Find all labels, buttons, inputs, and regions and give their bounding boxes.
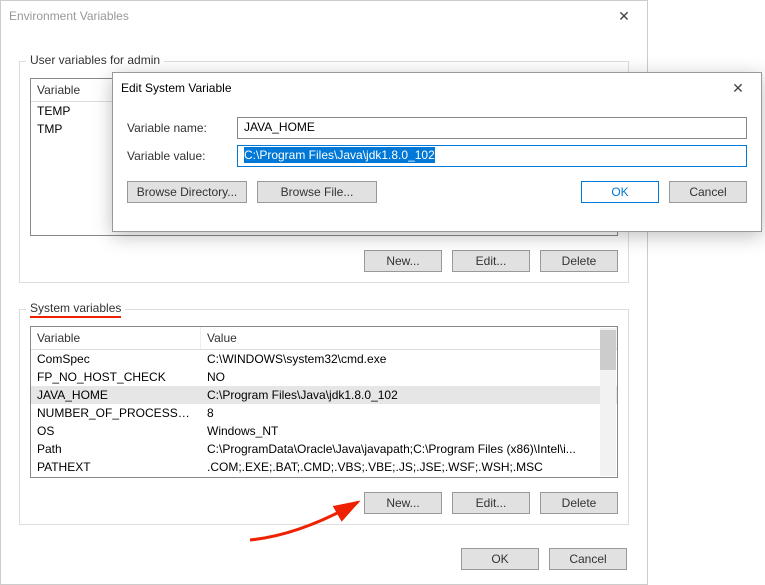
variable-value-input[interactable]: C:\Program Files\Java\jdk1.8.0_102: [237, 145, 747, 167]
list-item-selected[interactable]: JAVA_HOMEC:\Program Files\Java\jdk1.8.0_…: [31, 386, 617, 404]
user-new-button[interactable]: New...: [364, 250, 442, 272]
list-item[interactable]: PATHEXT.COM;.EXE;.BAT;.CMD;.VBS;.VBE;.JS…: [31, 458, 617, 476]
edit-ok-button[interactable]: OK: [581, 181, 659, 203]
variable-name-row: Variable name: JAVA_HOME: [127, 117, 747, 139]
browse-directory-button[interactable]: Browse Directory...: [127, 181, 247, 203]
system-variables-list[interactable]: Variable Value ComSpecC:\WINDOWS\system3…: [30, 326, 618, 478]
sys-col-variable: Variable: [31, 327, 201, 349]
system-edit-button[interactable]: Edit...: [452, 492, 530, 514]
edit-cancel-button[interactable]: Cancel: [669, 181, 747, 203]
env-cancel-button[interactable]: Cancel: [549, 548, 627, 570]
system-new-button[interactable]: New...: [364, 492, 442, 514]
list-item[interactable]: PathC:\ProgramData\Oracle\Java\javapath;…: [31, 440, 617, 458]
system-buttons: New... Edit... Delete: [364, 492, 618, 514]
env-titlebar: Environment Variables ✕: [1, 1, 647, 31]
system-variables-group: System variables Variable Value ComSpecC…: [19, 309, 629, 525]
scroll-thumb[interactable]: [600, 330, 616, 370]
list-item[interactable]: NUMBER_OF_PROCESSORS8: [31, 404, 617, 422]
list-item[interactable]: ComSpecC:\WINDOWS\system32\cmd.exe: [31, 350, 617, 368]
variable-name-label: Variable name:: [127, 121, 237, 135]
env-ok-button[interactable]: OK: [461, 548, 539, 570]
system-delete-button[interactable]: Delete: [540, 492, 618, 514]
list-item[interactable]: OSWindows_NT: [31, 422, 617, 440]
user-buttons: New... Edit... Delete: [364, 250, 618, 272]
close-icon[interactable]: ✕: [609, 8, 639, 25]
system-list-header: Variable Value: [31, 327, 617, 350]
edit-title: Edit System Variable: [121, 81, 232, 95]
user-variables-label: User variables for admin: [26, 53, 164, 67]
variable-value-row: Variable value: C:\Program Files\Java\jd…: [127, 145, 747, 167]
variable-value-label: Variable value:: [127, 149, 237, 163]
variable-name-input[interactable]: JAVA_HOME: [237, 117, 747, 139]
system-variables-label: System variables: [26, 301, 125, 315]
env-title: Environment Variables: [9, 9, 129, 23]
scrollbar[interactable]: [600, 328, 616, 476]
env-footer-buttons: OK Cancel: [461, 548, 627, 570]
sys-col-value: Value: [201, 327, 617, 349]
user-delete-button[interactable]: Delete: [540, 250, 618, 272]
close-icon[interactable]: ✕: [723, 80, 753, 97]
edit-variable-dialog: Edit System Variable ✕ Variable name: JA…: [112, 72, 762, 232]
browse-file-button[interactable]: Browse File...: [257, 181, 377, 203]
user-edit-button[interactable]: Edit...: [452, 250, 530, 272]
list-item[interactable]: FP_NO_HOST_CHECKNO: [31, 368, 617, 386]
edit-titlebar: Edit System Variable ✕: [113, 73, 761, 103]
